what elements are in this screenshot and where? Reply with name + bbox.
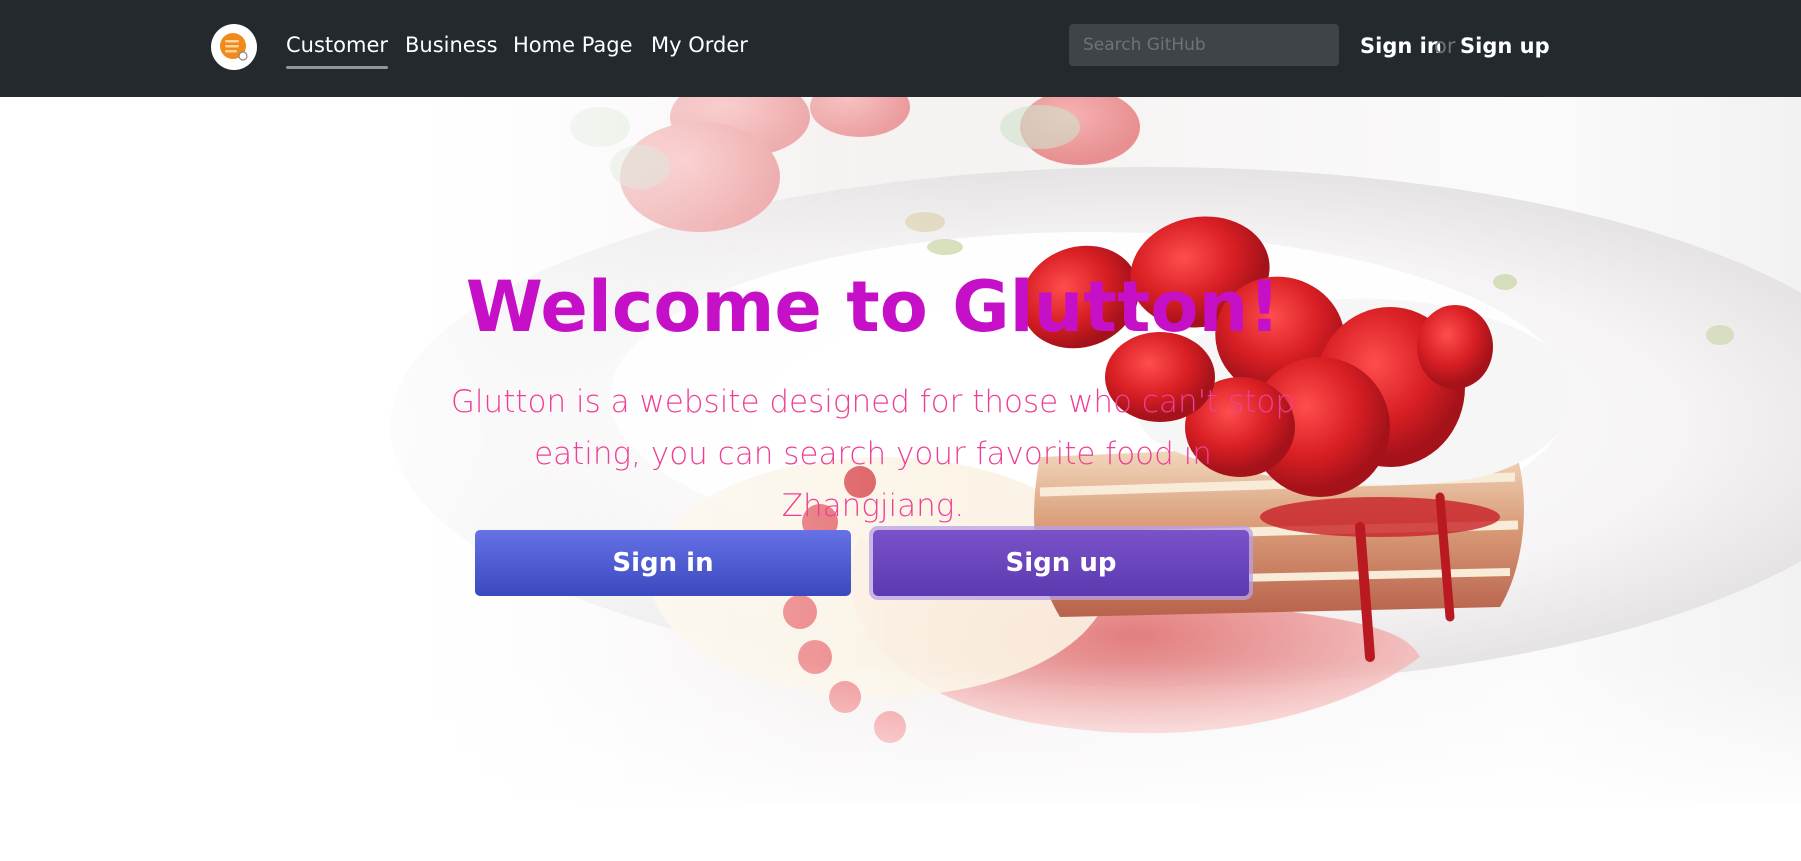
sign-up-button[interactable]: Sign up [873, 530, 1249, 596]
nav-item-business[interactable]: Business [405, 32, 498, 58]
sign-in-button[interactable]: Sign in [475, 530, 851, 596]
top-navbar: Customer Business Home Page My Order Sig… [0, 0, 1801, 97]
glutton-logo-icon[interactable] [211, 24, 257, 70]
nav-sign-up-link[interactable]: Sign up [1460, 33, 1550, 59]
hero-title: Welcome to Glutton! [465, 266, 1281, 348]
search-input[interactable] [1069, 24, 1339, 66]
hero-section: Welcome to Glutton! Glutton is a website… [0, 97, 1801, 803]
nav-item-home-page[interactable]: Home Page [513, 32, 633, 58]
nav-item-my-order[interactable]: My Order [651, 32, 748, 58]
nav-or-text: or [1434, 34, 1456, 58]
hero-subtitle: Glutton is a website designed for those … [450, 384, 1296, 524]
nav-sign-in-link[interactable]: Sign in [1360, 33, 1442, 59]
nav-item-customer[interactable]: Customer [286, 32, 389, 69]
